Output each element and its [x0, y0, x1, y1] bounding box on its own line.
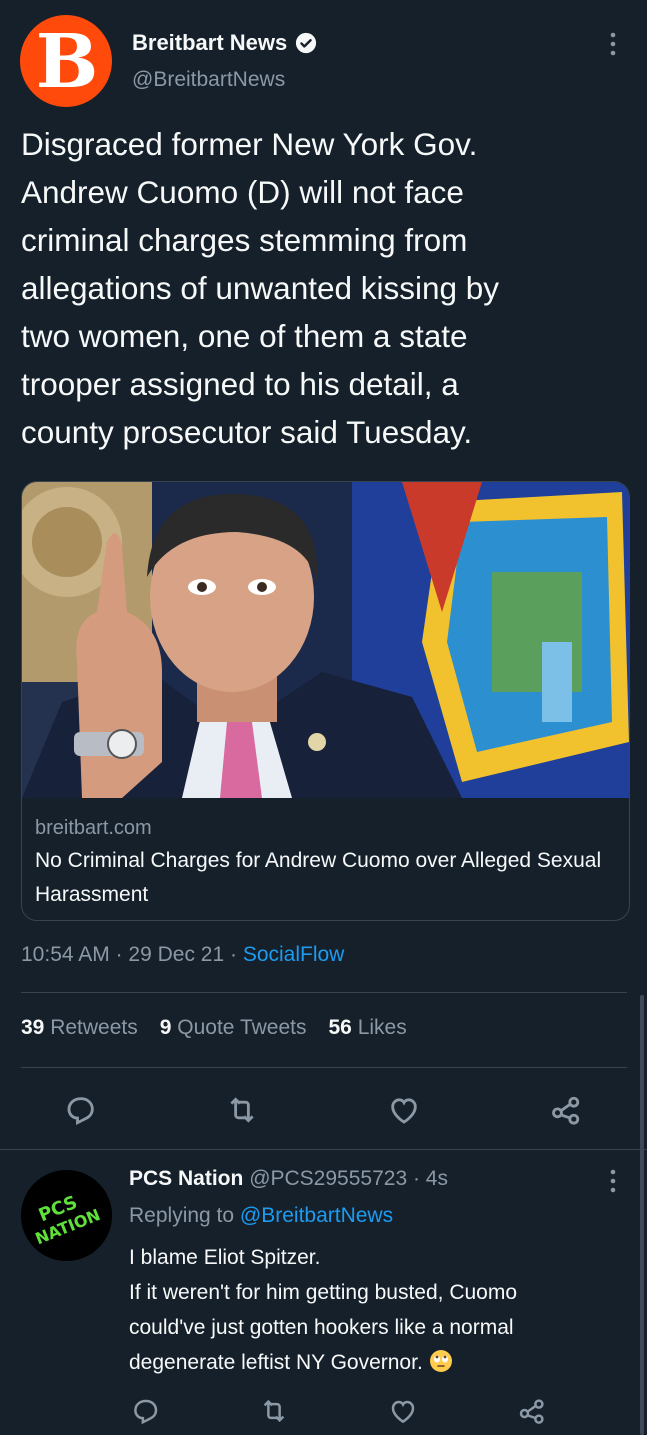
verified-badge-icon: [296, 32, 317, 54]
tweet-source[interactable]: SocialFlow: [243, 943, 345, 966]
tweet-text-line: allegations of unwanted kissing by: [21, 270, 500, 306]
quotes-count: 9: [159, 1016, 172, 1039]
tweet-meta: 10:54 AM · 29 Dec 21 · SocialFlow: [21, 943, 344, 967]
quotes-label: Quote Tweets: [177, 1016, 307, 1039]
tweet-text-line: Disgraced former New York Gov.: [21, 126, 478, 162]
meta-separator: ·: [412, 1167, 426, 1190]
reply-author-handle[interactable]: @PCS29555723: [249, 1167, 407, 1190]
tweet-text-line: trooper assigned to his detail, a: [21, 366, 459, 402]
tweet-text-line: criminal charges stemming from: [21, 222, 468, 258]
reply-text-line: If it weren't for him getting busted, Cu…: [129, 1281, 518, 1304]
tweet-date[interactable]: 29 Dec 21: [128, 943, 224, 966]
retweets-label: Retweets: [50, 1016, 138, 1039]
tweet-stats: 39 Retweets 9 Quote Tweets 56 Likes: [21, 1016, 407, 1040]
reply-text-line: could've just gotten hookers like a norm…: [129, 1316, 514, 1339]
replying-label: Replying to: [129, 1204, 235, 1227]
replying-to-handle[interactable]: @BreitbartNews: [240, 1204, 393, 1227]
likes-stat[interactable]: 56 Likes: [328, 1016, 406, 1040]
author-name: Breitbart News: [132, 30, 288, 55]
retweets-stat[interactable]: 39 Retweets: [21, 1016, 138, 1040]
tweet-text: Disgraced former New York Gov. Andrew Cu…: [21, 120, 621, 456]
meta-separator: ·: [229, 943, 243, 966]
author-handle[interactable]: @BreitbartNews: [132, 68, 285, 92]
divider: [0, 1149, 647, 1150]
card-domain: breitbart.com: [35, 817, 152, 839]
pcs-nation-logo: PCS NATION: [21, 1170, 112, 1261]
author-avatar[interactable]: B: [20, 15, 112, 107]
meta-separator: ·: [115, 943, 129, 966]
reply-icon[interactable]: [131, 1396, 161, 1426]
divider: [21, 1067, 627, 1068]
reply-author-name[interactable]: PCS Nation: [129, 1167, 243, 1190]
divider: [21, 992, 627, 993]
link-card[interactable]: breitbart.com No Criminal Charges for An…: [21, 481, 630, 921]
reply-header: PCS Nation @PCS29555723 · 4s: [129, 1167, 448, 1191]
share-icon[interactable]: [517, 1396, 547, 1426]
rolling-eyes-emoji-icon: [429, 1350, 452, 1372]
retweet-icon[interactable]: [224, 1093, 260, 1127]
reply-time[interactable]: 4s: [426, 1167, 448, 1190]
card-title: No Criminal Charges for Andrew Cuomo ove…: [35, 849, 602, 906]
tweet-text-line: Andrew Cuomo (D) will not face: [21, 174, 464, 210]
retweet-icon[interactable]: [258, 1396, 290, 1426]
reply-icon[interactable]: [64, 1093, 98, 1127]
tweet-text-line: two women, one of them a state: [21, 318, 468, 354]
author-name-row[interactable]: Breitbart News: [132, 30, 317, 56]
quote-tweets-stat[interactable]: 9 Quote Tweets: [160, 1016, 307, 1040]
retweets-count: 39: [21, 1016, 45, 1039]
replying-to-line: Replying to @BreitbartNews: [129, 1204, 393, 1228]
like-icon[interactable]: [387, 1093, 421, 1127]
like-icon[interactable]: [388, 1396, 418, 1426]
more-options-icon[interactable]: [604, 30, 622, 63]
reply-author-avatar[interactable]: PCS NATION: [21, 1170, 112, 1261]
card-image[interactable]: [22, 482, 629, 798]
reply-text-line: I blame Eliot Spitzer.: [129, 1246, 321, 1269]
share-icon[interactable]: [549, 1093, 583, 1127]
reply-text-line: degenerate leftist NY Governor.: [129, 1351, 423, 1374]
likes-count: 56: [328, 1016, 352, 1039]
likes-label: Likes: [357, 1016, 407, 1039]
reply-text-last-line: degenerate leftist NY Governor.: [129, 1345, 629, 1380]
reply-more-options-icon[interactable]: [604, 1167, 622, 1200]
reply-text: I blame Eliot Spitzer. If it weren't for…: [129, 1240, 629, 1380]
scrollbar[interactable]: [640, 995, 644, 1435]
tweet-time[interactable]: 10:54 AM: [21, 943, 110, 966]
avatar-letter: B: [35, 19, 99, 105]
tweet-text-line: county prosecutor said Tuesday.: [21, 414, 473, 450]
